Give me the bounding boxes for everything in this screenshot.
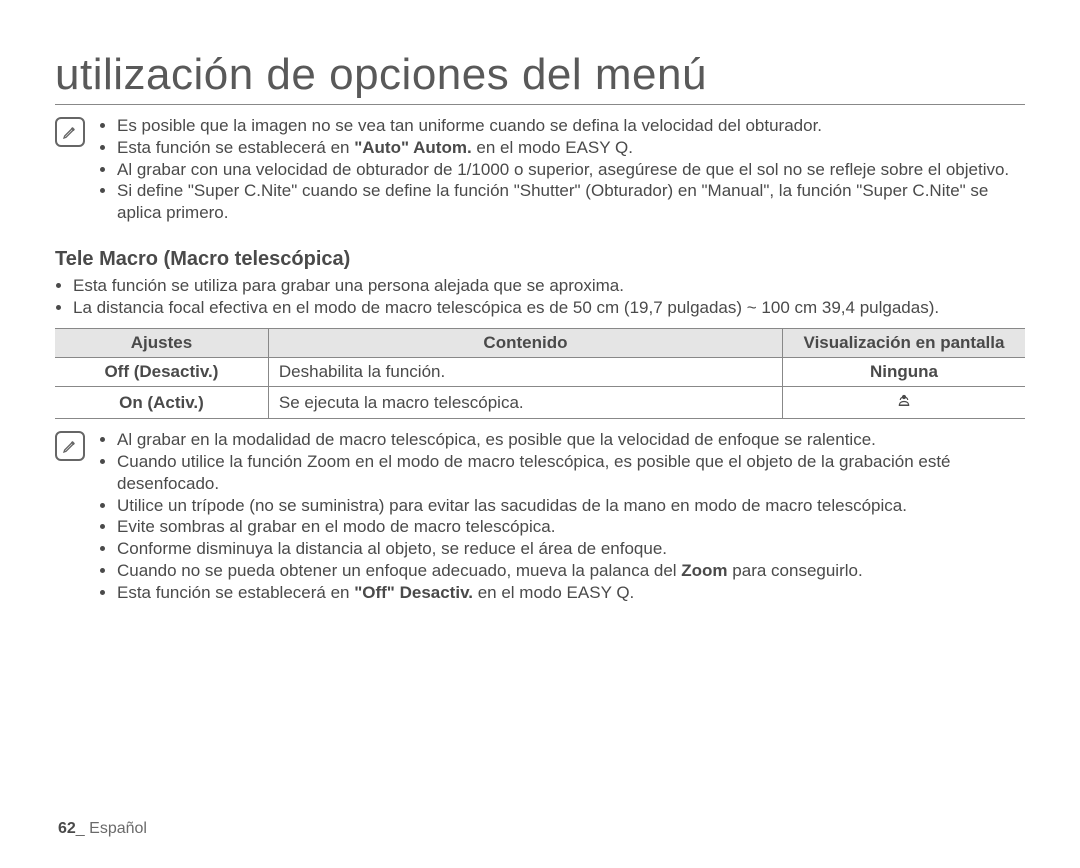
note-text: Conforme disminuya la distancia al objet… (117, 539, 667, 558)
footer-sep: _ (76, 820, 89, 837)
page-number: 62 (58, 820, 76, 837)
note-text: Al grabar con una velocidad de obturador… (117, 160, 1009, 179)
note2-item: Al grabar en la modalidad de macro teles… (117, 429, 1025, 451)
note-text: Al grabar en la modalidad de macro teles… (117, 430, 876, 449)
note-text: Evite sombras al grabar en el modo de ma… (117, 517, 555, 536)
th-settings: Ajustes (55, 329, 268, 358)
note-block-2: Al grabar en la modalidad de macro teles… (55, 429, 1025, 603)
table-row: Off (Desactiv.)Deshabilita la función. Ni… (55, 358, 1025, 387)
note2-item: Esta función se establecerá en "Off" Des… (117, 582, 1025, 604)
note-text: Esta función se establecerá en (117, 583, 354, 602)
manual-page: utilización de opciones del menú Es posi… (0, 0, 1080, 868)
table-header-row: Ajustes Contenido Visualización en panta… (55, 329, 1025, 358)
td-content: Deshabilita la función. (268, 358, 782, 387)
note1-item: Esta función se establecerá en "Auto" Au… (117, 137, 1025, 159)
note-text: Es posible que la imagen no se vea tan u… (117, 116, 822, 135)
tele-macro-table: Ajustes Contenido Visualización en panta… (55, 328, 1025, 419)
page-footer: 62_ Español (58, 820, 147, 838)
note-bold: "Off" Desactiv. (354, 583, 473, 602)
table-body: Off (Desactiv.)Deshabilita la función. Ni… (55, 358, 1025, 419)
note1-item: Es posible que la imagen no se vea tan u… (117, 115, 1025, 137)
note-text: para conseguirlo. (728, 561, 863, 580)
note-bold: "Auto" Autom. (354, 138, 471, 157)
td-content: Se ejecuta la macro telescópica. (268, 387, 782, 419)
note-bold: Zoom (681, 561, 727, 580)
note-block-1: Es posible que la imagen no se vea tan u… (55, 115, 1025, 224)
note-pencil-icon (55, 117, 85, 147)
note-text: en el modo EASY Q. (472, 138, 633, 157)
note-pencil-icon (55, 431, 85, 461)
page-title: utilización de opciones del menú (55, 50, 1025, 105)
note-text: Cuando no se pueda obtener un enfoque ad… (117, 561, 681, 580)
section-heading-tele-macro: Tele Macro (Macro telescópica) (55, 248, 1025, 271)
section-intro-list: Esta función se utiliza para grabar una … (55, 275, 1025, 319)
note-list-1: Es posible que la imagen no se vea tan u… (99, 115, 1025, 224)
td-display (783, 387, 1026, 419)
note-text: Utilice un trípode (no se suministra) pa… (117, 496, 907, 515)
note-list-2: Al grabar en la modalidad de macro teles… (99, 429, 1025, 603)
note2-item: Conforme disminuya la distancia al objet… (117, 538, 1025, 560)
note-text: en el modo EASY Q. (473, 583, 634, 602)
note2-item: Cuando utilice la función Zoom en el mod… (117, 451, 1025, 495)
td-display: Ninguna (783, 358, 1026, 387)
note2-item: Utilice un trípode (no se suministra) pa… (117, 495, 1025, 517)
tele-macro-icon (895, 391, 913, 414)
intro-item: Esta función se utiliza para grabar una … (73, 275, 1025, 297)
note-text: Cuando utilice la función Zoom en el mod… (117, 452, 951, 493)
note2-item: Evite sombras al grabar en el modo de ma… (117, 516, 1025, 538)
note-text: Esta función se establecerá en (117, 138, 354, 157)
note2-item: Cuando no se pueda obtener un enfoque ad… (117, 560, 1025, 582)
footer-lang: Español (89, 820, 147, 837)
note1-item: Si define "Super C.Nite" cuando se defin… (117, 180, 1025, 224)
th-display: Visualización en pantalla (783, 329, 1026, 358)
td-settings: On (Activ.) (55, 387, 268, 419)
note-text: Si define "Super C.Nite" cuando se defin… (117, 181, 988, 222)
display-text: Ninguna (870, 362, 938, 381)
note1-item: Al grabar con una velocidad de obturador… (117, 159, 1025, 181)
th-content: Contenido (268, 329, 782, 358)
intro-item: La distancia focal efectiva en el modo d… (73, 297, 1025, 319)
table-row: On (Activ.)Se ejecuta la macro telescópi… (55, 387, 1025, 419)
td-settings: Off (Desactiv.) (55, 358, 268, 387)
